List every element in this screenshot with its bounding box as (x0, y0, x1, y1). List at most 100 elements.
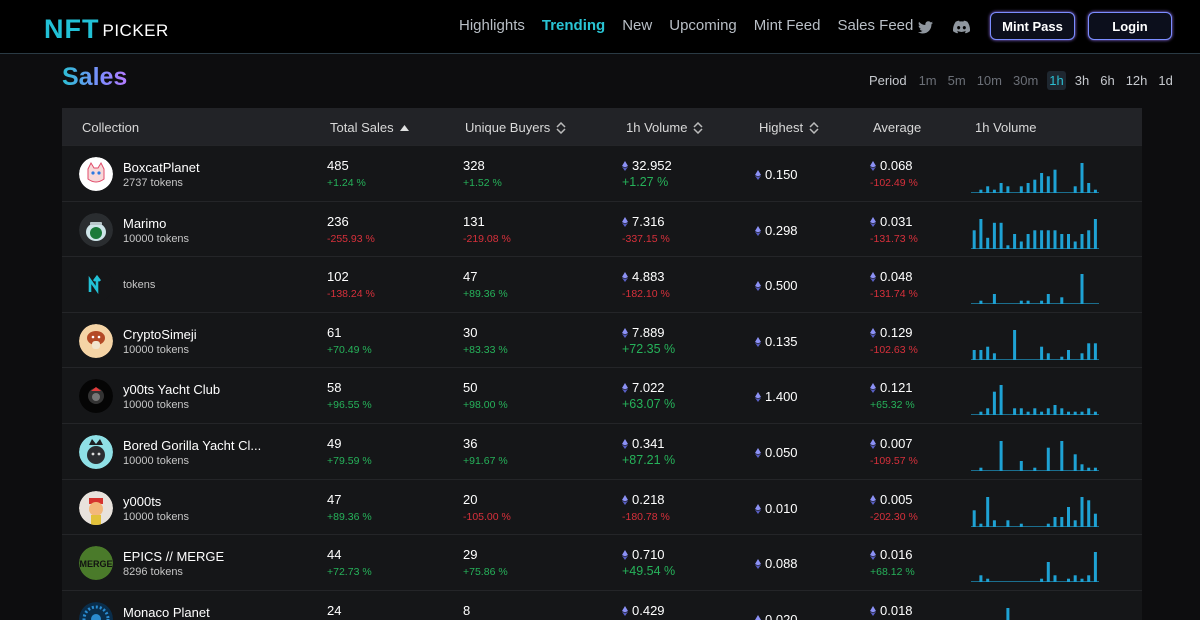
collection-name[interactable]: Bored Gorilla Yacht Cl... (123, 438, 261, 453)
total-sales-value: 44 (327, 547, 342, 563)
sparkline-bar (1040, 578, 1044, 583)
nav-mint-feed[interactable]: Mint Feed (754, 17, 821, 34)
collection-avatar[interactable] (79, 601, 113, 620)
nav-upcoming[interactable]: Upcoming (669, 17, 737, 34)
period-1h[interactable]: 1h (1047, 71, 1066, 90)
volume-sparkline (971, 552, 1099, 583)
collection-name[interactable]: Marimo (123, 216, 166, 231)
collection-avatar[interactable] (79, 323, 113, 358)
table-row[interactable]: BoxcatPlanet 2737 tokens 485 +1.24 % 328… (62, 145, 1142, 201)
volume-value: 32.952 (622, 158, 672, 173)
collection-avatar[interactable]: MERGE (79, 546, 113, 581)
col-total-sales[interactable]: Total Sales (330, 120, 409, 135)
average-amount: 0.129 (880, 324, 913, 340)
average-value: 0.007 (870, 436, 913, 451)
sparkline-bar (979, 412, 983, 416)
collection-name[interactable]: EPICS // MERGE (123, 549, 224, 564)
table-row[interactable]: y000ts 10000 tokens 47 +89.36 % 20 -105.… (62, 478, 1142, 535)
collection-name[interactable]: BoxcatPlanet (123, 160, 200, 175)
twitter-icon[interactable] (918, 21, 933, 34)
collection-tokens: 10000 tokens (123, 399, 190, 412)
unique-buyers-change: +91.67 % (463, 454, 508, 467)
sparkline-bar (986, 237, 990, 249)
sparkline-bar (1040, 412, 1044, 416)
collection-name[interactable]: y000ts (123, 494, 161, 509)
collection-avatar[interactable] (79, 379, 113, 414)
volume-value: 0.710 (622, 547, 665, 562)
collection-tokens: 10000 tokens (123, 454, 190, 467)
table-row[interactable]: tokens 102 -138.24 % 47 +89.36 % 4.883 -… (62, 256, 1142, 312)
period-1m[interactable]: 1m (917, 71, 939, 90)
table-row[interactable]: Marimo 10000 tokens 236 -255.93 % 131 -2… (62, 200, 1142, 257)
nav-trending[interactable]: Trending (542, 17, 605, 34)
volume-change: -180.78 % (622, 510, 670, 523)
collection-name[interactable]: CryptoSimeji (123, 327, 197, 342)
table-row[interactable]: Monaco Planet 24 8 0.429 0.020 0.018 (62, 589, 1142, 620)
collection-avatar[interactable] (79, 157, 113, 191)
sort-icon (556, 121, 566, 134)
sparkline-bar (992, 189, 996, 193)
nftpicker-logo[interactable]: NFT PICKER (44, 10, 169, 44)
nav-new[interactable]: New (622, 17, 652, 34)
table-row[interactable]: CryptoSimeji 10000 tokens 61 +70.49 % 30… (62, 311, 1142, 368)
total-sales-change: -138.24 % (327, 288, 375, 301)
table-row[interactable]: y00ts Yacht Club 10000 tokens 58 +96.55 … (62, 367, 1142, 423)
unique-buyers-change: +89.36 % (463, 288, 508, 301)
sparkline-bar (999, 222, 1003, 249)
volume-amount: 0.341 (632, 435, 665, 451)
sparkline-bar (1019, 241, 1023, 249)
sparkline-bar (986, 578, 990, 583)
collection-tokens: 8296 tokens (123, 566, 183, 579)
sparkline-bar (1040, 229, 1044, 249)
volume-amount: 7.889 (632, 324, 665, 340)
sparkline-bar (1013, 329, 1017, 360)
period-12h[interactable]: 12h (1124, 71, 1150, 90)
login-button[interactable]: Login (1088, 12, 1172, 40)
nav-sales-feed[interactable]: Sales Feed (837, 17, 913, 34)
eth-icon (870, 214, 880, 229)
mint-pass-button[interactable]: Mint Pass (990, 12, 1075, 40)
total-sales-change: +79.59 % (327, 454, 372, 467)
volume-change: -182.10 % (622, 288, 670, 301)
table-row[interactable]: Bored Gorilla Yacht Cl... 10000 tokens 4… (62, 422, 1142, 479)
period-10m[interactable]: 10m (975, 71, 1004, 90)
volume-value: 0.429 (622, 603, 665, 618)
sparkline-bar (1060, 440, 1064, 471)
collection-avatar[interactable] (79, 212, 113, 247)
collection-avatar[interactable] (79, 434, 113, 469)
period-5m[interactable]: 5m (946, 71, 968, 90)
collection-avatar[interactable] (79, 268, 113, 303)
sparkline-bar (1026, 183, 1030, 193)
eth-icon (755, 223, 765, 238)
period-30m[interactable]: 30m (1011, 71, 1040, 90)
highest-value: 0.050 (755, 445, 798, 460)
discord-icon[interactable] (953, 20, 970, 34)
sparkline-bar (972, 509, 976, 527)
nav-links: Highlights Trending New Upcoming Mint Fe… (459, 17, 930, 34)
sparkline-bar (972, 229, 976, 249)
highest-amount: 0.050 (765, 444, 798, 460)
period-1d[interactable]: 1d (1156, 71, 1174, 90)
table-row[interactable]: MERGE EPICS // MERGE 8296 tokens 44 +72.… (62, 534, 1142, 590)
sparkline-bar (1073, 454, 1077, 471)
highest-amount: 0.088 (765, 556, 798, 572)
highest-value: 0.088 (755, 556, 798, 571)
period-3h[interactable]: 3h (1073, 71, 1091, 90)
col-highest[interactable]: Highest (759, 120, 819, 135)
sparkline-bar (1019, 523, 1023, 527)
average-value: 0.129 (870, 325, 913, 340)
col-unique-buyers[interactable]: Unique Buyers (465, 120, 566, 135)
collection-name[interactable]: Monaco Planet (123, 605, 210, 620)
collection-name[interactable]: y00ts Yacht Club (123, 382, 220, 397)
total-sales-value: 47 (327, 491, 342, 507)
collection-avatar[interactable] (79, 490, 113, 525)
col-1h-volume[interactable]: 1h Volume (626, 120, 703, 135)
sparkline-bar (1006, 244, 1010, 249)
sparkline-bar (1046, 447, 1050, 471)
volume-amount: 7.316 (632, 213, 665, 229)
volume-change: +1.27 % (622, 175, 669, 189)
sparkline-bar (979, 218, 983, 249)
period-6h[interactable]: 6h (1098, 71, 1116, 90)
total-sales-change: +70.49 % (327, 343, 372, 356)
nav-highlights[interactable]: Highlights (459, 17, 525, 34)
